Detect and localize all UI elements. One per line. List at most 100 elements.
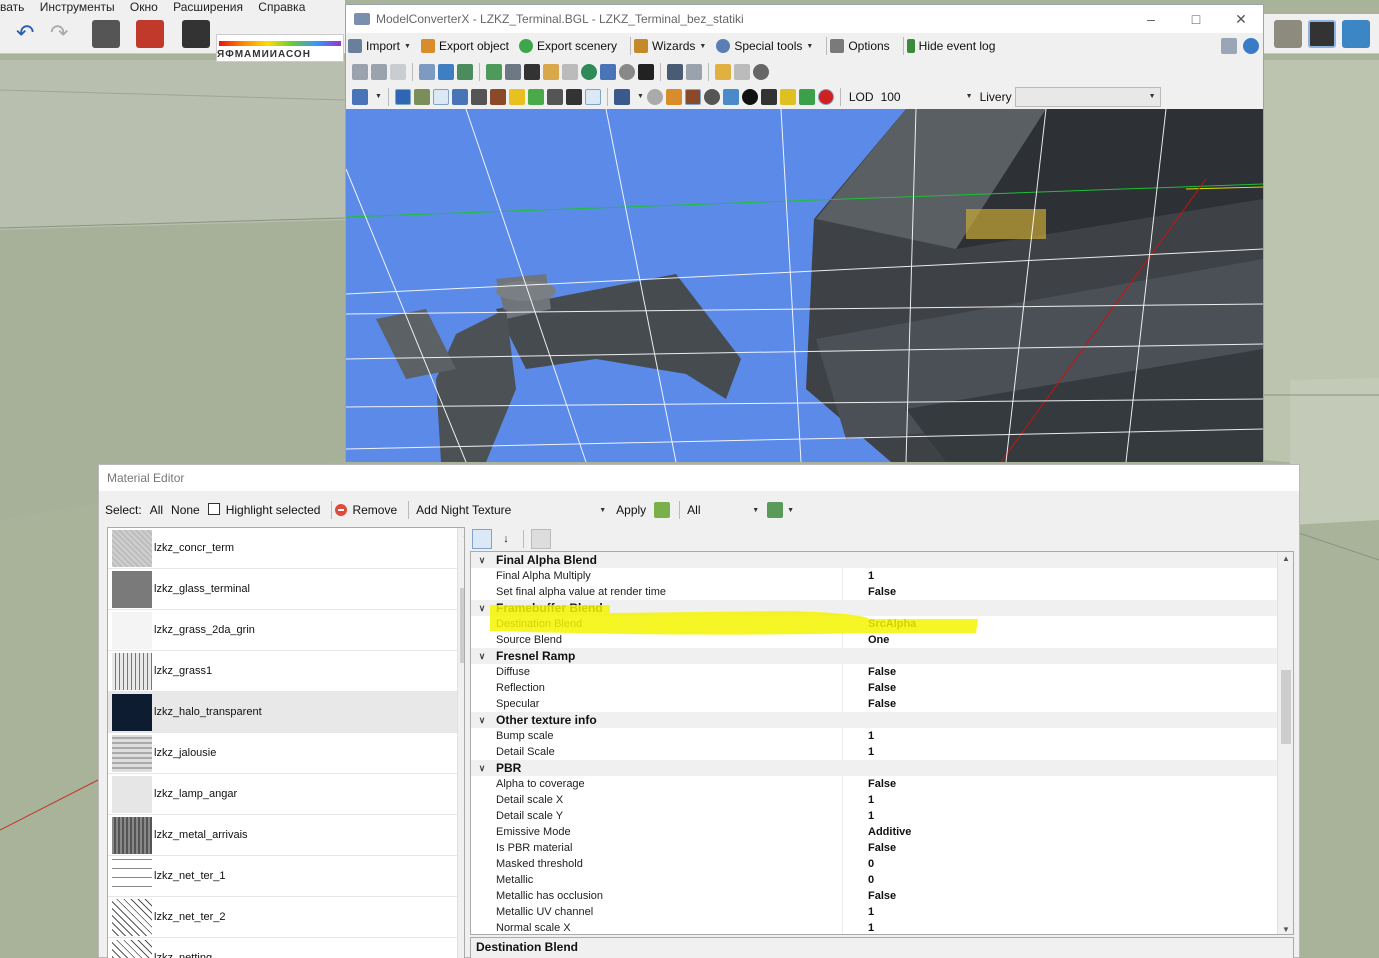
import-menu[interactable]: Import ▼: [348, 39, 411, 53]
sphere-icon[interactable]: [703, 88, 720, 105]
property-row[interactable]: Alpha to coverage False: [471, 776, 1277, 792]
light-icon[interactable]: [779, 88, 796, 105]
night-texture-select[interactable]: Add Night Texture ▼: [412, 500, 610, 520]
property-value[interactable]: False: [843, 680, 896, 696]
select-none-button[interactable]: None: [171, 503, 200, 517]
mountain-icon[interactable]: [760, 88, 777, 105]
texture-icon[interactable]: [489, 88, 506, 105]
help-icon[interactable]: [1243, 38, 1259, 54]
minimize-icon[interactable]: –: [1141, 9, 1161, 29]
property-value[interactable]: False: [843, 776, 896, 792]
box-icon[interactable]: [470, 88, 487, 105]
property-row[interactable]: Detail scale Y1: [471, 808, 1277, 824]
list-icon[interactable]: [686, 63, 702, 80]
remove-button[interactable]: Remove: [335, 503, 397, 517]
property-value[interactable]: SrcAlpha: [843, 616, 916, 632]
person-icon[interactable]: [638, 63, 654, 80]
close-icon[interactable]: ✕: [1231, 9, 1251, 29]
material-icon[interactable]: [508, 88, 525, 105]
property-row[interactable]: Diffuse False: [471, 664, 1277, 680]
redo-icon[interactable]: ↷: [50, 20, 78, 48]
property-value[interactable]: False: [843, 696, 896, 712]
image-icon[interactable]: [486, 63, 502, 80]
camera-icon[interactable]: [613, 88, 630, 105]
material-list-item[interactable]: lzkz_net_ter_1: [108, 856, 464, 897]
maximize-icon[interactable]: □: [1186, 9, 1206, 29]
settings-icon[interactable]: [619, 63, 635, 80]
scroll-down-icon[interactable]: ▼: [1278, 925, 1293, 934]
grid-toggle-icon[interactable]: [394, 88, 411, 105]
forward-icon[interactable]: [371, 63, 387, 80]
material-list-item[interactable]: lzkz_net_ter_2: [108, 897, 464, 938]
property-row[interactable]: Reflection False: [471, 680, 1277, 696]
layers-icon[interactable]: [1308, 20, 1336, 48]
property-value[interactable]: 1: [843, 904, 874, 920]
list-icon[interactable]: [1221, 38, 1237, 54]
chevron-down-icon[interactable]: ▼: [375, 93, 382, 100]
property-row[interactable]: Source Blend One: [471, 632, 1277, 648]
property-row[interactable]: Detail Scale 1: [471, 744, 1277, 760]
collapse-icon[interactable]: ∨: [471, 715, 493, 726]
property-value[interactable]: 1: [843, 792, 874, 808]
property-value[interactable]: False: [843, 840, 896, 856]
property-category[interactable]: ∨ Final Alpha Blend: [471, 552, 1277, 568]
select-all-button[interactable]: All: [150, 503, 163, 517]
undo-icon[interactable]: ↶: [16, 20, 44, 48]
property-value[interactable]: 1: [843, 728, 874, 744]
property-value[interactable]: 0: [843, 856, 874, 872]
material-list-item[interactable]: lzkz_grass1: [108, 651, 464, 692]
undo-icon[interactable]: [715, 63, 731, 80]
special-tools-menu[interactable]: Special tools ▼: [716, 39, 813, 53]
property-row[interactable]: Final Alpha Multiply 1: [471, 568, 1277, 584]
chevron-down-icon[interactable]: ▼: [787, 507, 794, 514]
scroll-thumb[interactable]: [1281, 670, 1291, 744]
menu-item[interactable]: Справка: [258, 0, 305, 14]
scroll-up-icon[interactable]: ▲: [458, 530, 464, 539]
apply-button[interactable]: Apply: [616, 503, 646, 517]
property-category[interactable]: ∨ Fresnel Ramp: [471, 648, 1277, 664]
property-value[interactable]: Additive: [843, 824, 911, 840]
wizards-menu[interactable]: Wizards ▼: [634, 39, 706, 53]
package-icon[interactable]: [665, 88, 682, 105]
property-category[interactable]: ∨ Framebuffer Blend: [471, 600, 1277, 616]
link-icon[interactable]: [546, 88, 563, 105]
box-icon[interactable]: [1274, 20, 1302, 48]
collapse-icon[interactable]: ∨: [471, 555, 493, 566]
menu-item[interactable]: Расширения: [173, 0, 243, 14]
export-icon[interactable]: [767, 502, 784, 518]
property-value[interactable]: 1: [843, 808, 874, 824]
sun-icon[interactable]: [646, 88, 663, 105]
property-row[interactable]: Metallic has occlusion False: [471, 888, 1277, 904]
property-value[interactable]: 1: [843, 920, 874, 934]
highlight-selected-checkbox[interactable]: Highlight selected: [207, 503, 320, 517]
print-icon[interactable]: [92, 20, 120, 48]
search-icon[interactable]: [505, 63, 521, 80]
fit-view-icon[interactable]: [352, 88, 368, 105]
property-category[interactable]: ∨ Other texture info: [471, 712, 1277, 728]
property-row[interactable]: Metallic UV channel 1: [471, 904, 1277, 920]
axis-icon[interactable]: [413, 88, 430, 105]
list-scrollbar[interactable]: ▲: [457, 528, 464, 958]
scroll-up-icon[interactable]: ▲: [1278, 554, 1293, 563]
menu-item[interactable]: Инструменты: [40, 0, 115, 14]
property-row[interactable]: Normal scale X1: [471, 920, 1277, 934]
property-value[interactable]: 0: [843, 872, 874, 888]
menu-item[interactable]: Окно: [130, 0, 158, 14]
lod-select[interactable]: 100 ▼: [877, 87, 977, 107]
grid-scrollbar[interactable]: ▲ ▼: [1277, 552, 1293, 934]
airplane-icon[interactable]: [565, 88, 582, 105]
cube-icon[interactable]: [1342, 20, 1370, 48]
property-row[interactable]: Is PBR material False: [471, 840, 1277, 856]
grid-icon[interactable]: [562, 63, 578, 80]
scroll-thumb[interactable]: [460, 588, 464, 663]
collision-icon[interactable]: [584, 88, 601, 105]
film-icon[interactable]: [524, 63, 540, 80]
material-list-item[interactable]: lzkz_halo_transparent: [108, 692, 464, 733]
filter-select[interactable]: All ▼: [683, 500, 763, 520]
property-row[interactable]: Metallic 0: [471, 872, 1277, 888]
hierarchy-icon[interactable]: [457, 63, 473, 80]
chevron-down-icon[interactable]: ▼: [637, 93, 644, 100]
property-value[interactable]: False: [843, 664, 896, 680]
photo-icon[interactable]: [543, 63, 559, 80]
sort-alphabetical-icon[interactable]: ↓: [496, 529, 516, 549]
